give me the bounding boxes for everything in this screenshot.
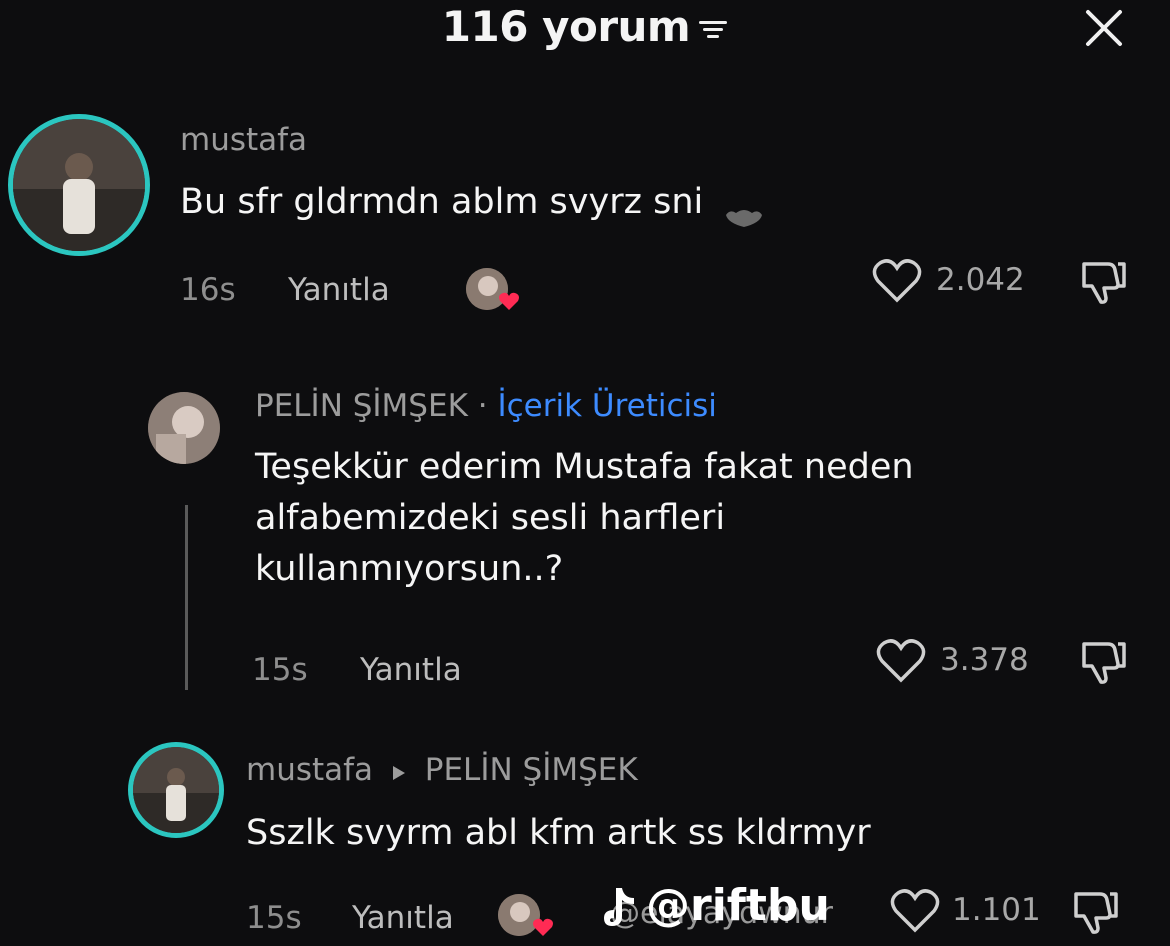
- watermark-brand: @riftbu: [646, 880, 830, 931]
- reply-button[interactable]: Yanıtla: [352, 900, 454, 936]
- creator-role-badge: İçerik Üreticisi: [497, 388, 717, 424]
- separator-dot: ·: [477, 388, 488, 424]
- comment-body: Bu sfr gldrmdn ablm svyrz sni: [180, 182, 704, 222]
- thread-connector: [185, 505, 188, 690]
- comment-username[interactable]: mustafa: [180, 122, 307, 158]
- creator-liked-badge: [466, 264, 526, 316]
- avatar[interactable]: [8, 114, 150, 256]
- comment-author-line: PELİN ŞİMŞEK · İçerik Üreticisi: [255, 388, 717, 424]
- dislike-icon[interactable]: [1078, 638, 1130, 686]
- watermark: @elayaydwnur @riftbu: [588, 880, 878, 940]
- comment-time: 15s: [252, 652, 308, 688]
- avatar[interactable]: [128, 742, 224, 838]
- comment-username[interactable]: mustafa: [246, 752, 373, 788]
- comment-text: Bu sfr gldrmdn ablm svyrz sni: [180, 177, 764, 228]
- tiktok-logo-icon: [600, 884, 640, 932]
- comment-time: 16s: [180, 272, 236, 308]
- close-icon[interactable]: [1080, 4, 1128, 52]
- creator-liked-badge: [498, 892, 558, 942]
- reply-button[interactable]: Yanıtla: [360, 652, 462, 688]
- heart-emoji-icon: [724, 193, 764, 227]
- sort-icon[interactable]: [698, 19, 728, 41]
- comment-line: kullanmıyorsun..?: [255, 549, 564, 589]
- like-heart-icon[interactable]: [890, 888, 940, 934]
- dislike-icon[interactable]: [1078, 258, 1130, 306]
- reply-target-username[interactable]: PELİN ŞİMŞEK: [425, 752, 638, 788]
- like-heart-icon[interactable]: [872, 258, 922, 304]
- reply-arrow-icon: [391, 754, 407, 790]
- comment-username[interactable]: PELİN ŞİMŞEK: [255, 388, 468, 424]
- like-count: 3.378: [940, 642, 1029, 678]
- heart-icon: [532, 916, 554, 938]
- comments-header: 116 yorum: [0, 2, 1170, 51]
- comment-line: alfabemizdeki sesli harfleri: [255, 498, 726, 538]
- like-count: 1.101: [952, 892, 1041, 928]
- comment-author-line: mustafa PELİN ŞİMŞEK: [246, 752, 638, 790]
- reply-button[interactable]: Yanıtla: [288, 272, 390, 308]
- comment-line: Teşekkür ederim Mustafa fakat neden: [255, 447, 914, 487]
- creator-avatar[interactable]: [148, 392, 220, 464]
- comment-time: 15s: [246, 900, 302, 936]
- comment-text: Sszlk svyrm abl kfm artk ss kldrmyr: [246, 813, 871, 853]
- comment-text: Teşekkür ederim Mustafa fakat neden alfa…: [255, 442, 914, 595]
- like-count: 2.042: [936, 262, 1025, 298]
- like-heart-icon[interactable]: [876, 638, 926, 684]
- heart-icon: [498, 290, 520, 312]
- comment-count-title: 116 yorum: [441, 2, 691, 51]
- dislike-icon[interactable]: [1070, 888, 1122, 936]
